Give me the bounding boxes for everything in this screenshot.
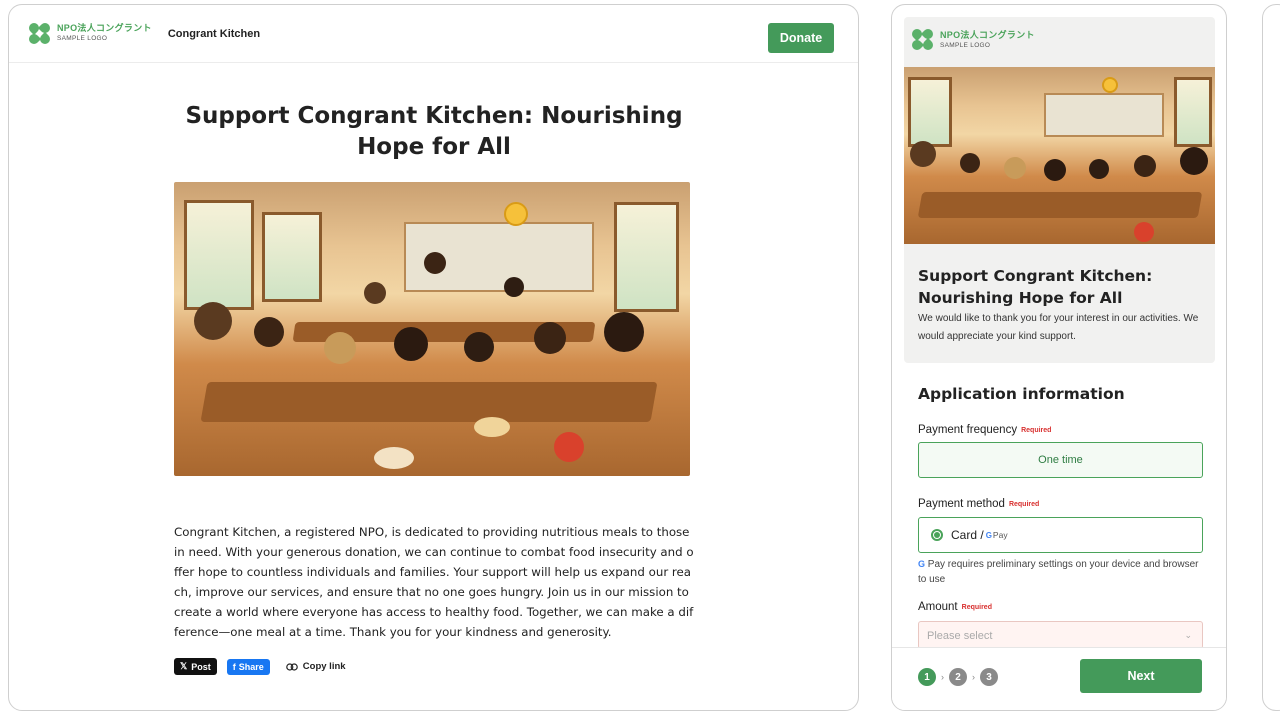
hero-image bbox=[174, 182, 690, 476]
gpay-note: G Pay requires preliminary settings on y… bbox=[918, 557, 1208, 587]
share-bar: 𝕏 Post f Share Copy link bbox=[174, 658, 346, 675]
logo-sub-text: SAMPLE LOGO bbox=[57, 35, 108, 43]
campaign-image bbox=[904, 67, 1215, 244]
org-logo-small[interactable]: NPO法人コングラント SAMPLE LOGO bbox=[909, 26, 1035, 53]
campaign-page: NPO法人コングラント SAMPLE LOGO Congrant Kitchen… bbox=[8, 4, 859, 711]
form-footer: 1 › 2 › 3 Next bbox=[892, 647, 1226, 710]
org-name[interactable]: Congrant Kitchen bbox=[168, 28, 260, 40]
donate-button[interactable]: Donate bbox=[768, 23, 834, 53]
step-3: 3 bbox=[980, 668, 998, 686]
next-screen-edge bbox=[1262, 4, 1280, 711]
org-logo[interactable]: NPO法人コングラント SAMPLE LOGO bbox=[26, 20, 152, 46]
google-g-icon: G bbox=[985, 530, 992, 540]
next-button[interactable]: Next bbox=[1080, 659, 1202, 693]
payment-frequency-label: Payment frequency Required bbox=[918, 424, 1051, 436]
amount-placeholder: Please select bbox=[927, 630, 993, 642]
page-title: Support Congrant Kitchen: Nourishing Hop… bbox=[185, 103, 683, 160]
required-badge: Required bbox=[961, 603, 992, 611]
application-info-heading: Application information bbox=[918, 385, 1125, 403]
facebook-share-button[interactable]: f Share bbox=[226, 658, 270, 675]
copy-link-button[interactable]: Copy link bbox=[285, 661, 346, 672]
google-g-icon: G bbox=[918, 559, 926, 569]
step-indicator: 1 › 2 › 3 bbox=[918, 668, 998, 686]
step-2: 2 bbox=[949, 668, 967, 686]
campaign-description: Congrant Kitchen, a registered NPO, is d… bbox=[174, 525, 694, 639]
payment-frequency-option[interactable]: One time bbox=[918, 442, 1203, 478]
amount-label: Amount Required bbox=[918, 601, 992, 613]
logo-jp-text: NPO法人コングラント bbox=[57, 23, 152, 34]
gpay-note-text: Pay requires preliminary settings on you… bbox=[918, 559, 1199, 585]
gpay-label: Pay bbox=[992, 530, 1008, 540]
form-campaign-title: Support Congrant Kitchen: Nourishing Hop… bbox=[918, 267, 1153, 307]
chevron-down-icon: ⌄ bbox=[1184, 630, 1192, 640]
x-icon: 𝕏 bbox=[180, 661, 188, 671]
payment-method-option[interactable]: Card / G Pay bbox=[918, 517, 1203, 553]
copy-link-label: Copy link bbox=[302, 661, 346, 672]
payment-frequency-label-text: Payment frequency bbox=[918, 424, 1018, 436]
amount-select[interactable]: Please select ⌄ bbox=[918, 621, 1203, 649]
post-label: Post bbox=[191, 661, 211, 672]
link-icon bbox=[285, 662, 298, 671]
payment-method-label: Payment method Required bbox=[918, 498, 1039, 510]
facebook-icon: f bbox=[232, 661, 236, 672]
logo-jp-text: NPO法人コングラント bbox=[940, 29, 1035, 40]
required-badge: Required bbox=[1008, 500, 1040, 508]
payment-method-value: Card / bbox=[951, 528, 984, 542]
chevron-right-icon: › bbox=[972, 672, 975, 682]
required-badge: Required bbox=[1021, 426, 1052, 434]
form-intro-text: We would like to thank you for your inte… bbox=[918, 313, 1199, 342]
amount-label-text: Amount bbox=[918, 601, 958, 613]
payment-method-label-text: Payment method bbox=[918, 498, 1005, 510]
share-label: Share bbox=[238, 661, 264, 672]
clover-icon bbox=[909, 26, 936, 53]
chevron-right-icon: › bbox=[941, 672, 944, 682]
donation-form-panel: NPO法人コングラント SAMPLE LOGO Support Congrant… bbox=[891, 4, 1227, 711]
logo-sub-text: SAMPLE LOGO bbox=[940, 41, 991, 49]
campaign-summary: NPO法人コングラント SAMPLE LOGO Support Congrant… bbox=[904, 17, 1215, 363]
site-header: NPO法人コングラント SAMPLE LOGO Congrant Kitchen… bbox=[9, 5, 858, 63]
radio-selected-icon[interactable] bbox=[931, 529, 943, 541]
clover-icon bbox=[26, 20, 53, 46]
post-x-button[interactable]: 𝕏 Post bbox=[174, 658, 217, 675]
step-1: 1 bbox=[918, 668, 936, 686]
